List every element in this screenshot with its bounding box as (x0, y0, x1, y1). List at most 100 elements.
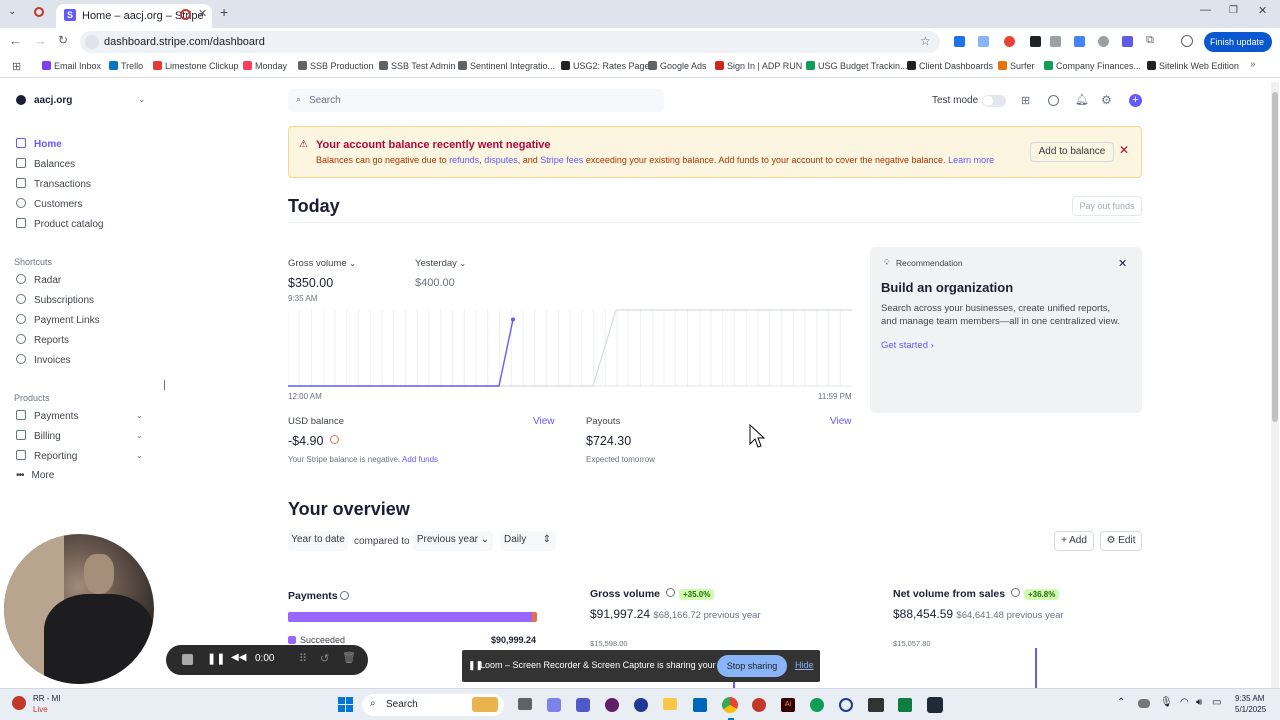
bookmark-item[interactable]: USG Budget Trackin... (806, 61, 908, 71)
battery-icon[interactable]: ▭ (1212, 697, 1221, 708)
app-icon[interactable] (927, 697, 943, 713)
info-icon[interactable] (1010, 588, 1020, 597)
usd-balance-view-link[interactable]: View (533, 416, 555, 427)
volume-icon[interactable]: 🔊︎ (1196, 697, 1202, 708)
maximize-icon[interactable]: ❐ (1229, 5, 1238, 16)
extension-icon[interactable] (954, 36, 965, 47)
bookmark-item[interactable]: Sitelink Web Edition (1147, 61, 1239, 71)
page-scrollbar[interactable] (1271, 82, 1279, 688)
chevron-down-icon[interactable]: ⌄ (136, 431, 143, 440)
pause-icon[interactable]: ❚❚ (207, 652, 225, 665)
app-icon[interactable] (752, 698, 766, 712)
account-chevron-icon[interactable]: ⌄ (138, 94, 146, 105)
extension-icon[interactable] (1074, 36, 1085, 47)
task-view-icon[interactable] (518, 698, 532, 710)
clock-time[interactable]: 9:35 AM (1235, 694, 1264, 703)
payouts-view-link[interactable]: View (830, 416, 852, 427)
reload-icon[interactable]: ↻ (58, 33, 68, 47)
sidebar-item-reports[interactable]: Reports (16, 334, 69, 346)
apps-icon[interactable]: ⊞ (1021, 94, 1030, 107)
extension-icon[interactable] (978, 36, 989, 47)
yesterday-selector[interactable]: Yesterday ⌄ (415, 258, 466, 269)
bookmark-item[interactable]: USG2: Rates Page (561, 61, 650, 71)
stop-sharing-button[interactable]: Stop sharing (717, 655, 787, 677)
get-started-link[interactable]: Get started › (881, 340, 934, 351)
test-mode-toggle[interactable] (982, 95, 1006, 107)
sidebar-item-payment-links[interactable]: Payment Links (16, 314, 100, 326)
recording-icon[interactable] (34, 7, 44, 17)
profile-icon[interactable] (1181, 35, 1193, 47)
tray-overflow-icon[interactable]: ⌃ (1117, 697, 1125, 708)
slack-icon[interactable] (605, 698, 619, 712)
windows-start-icon[interactable] (338, 697, 353, 712)
url-field[interactable]: dashboard.stripe.com/dashboard ☆ (80, 31, 940, 53)
gross-volume-selector[interactable]: Gross volume ⌄ (288, 258, 356, 269)
sidebar-item-billing[interactable]: Billing (16, 430, 61, 442)
back-icon[interactable]: ← (9, 33, 22, 48)
clock-date[interactable]: 5/1/2025 (1235, 705, 1266, 714)
webcam-bubble[interactable] (4, 534, 154, 684)
range-year-to-date-button[interactable]: Year to date (288, 531, 348, 551)
account-name[interactable]: aacj.org (34, 95, 72, 106)
file-explorer-icon[interactable] (663, 698, 677, 710)
tab-stripe-home[interactable]: S Home – aacj.org – Stripe ✕ (56, 4, 212, 28)
forward-icon[interactable]: → (34, 33, 47, 48)
onedrive-icon[interactable] (1138, 699, 1150, 708)
extension-icon[interactable] (1122, 36, 1133, 47)
weather-icon[interactable] (12, 696, 26, 710)
edit-overview-button[interactable]: ⚙ Edit (1100, 531, 1142, 551)
finish-update-button[interactable]: Finish update ⋮ (1204, 32, 1272, 67)
illustrator-icon[interactable]: Ai (781, 698, 795, 712)
bookmark-item[interactable]: Trello (109, 61, 143, 71)
app-icon[interactable] (634, 698, 648, 712)
bookmark-item[interactable]: Company Finances... (1044, 61, 1141, 71)
add-widget-button[interactable]: + Add (1054, 531, 1094, 551)
sidebar-item-product-catalog[interactable]: Product catalog (16, 218, 104, 230)
extension-icon[interactable] (1050, 36, 1061, 47)
rewind-icon[interactable]: ◀◀ (231, 652, 246, 663)
chevron-down-icon[interactable]: ⌄ (136, 411, 143, 420)
bookmark-item[interactable]: Limestone Clickup (153, 61, 239, 71)
bookmark-item[interactable]: Email Inbox (42, 61, 101, 71)
app-icon[interactable] (868, 698, 884, 712)
restart-icon[interactable]: ↺ (320, 652, 329, 665)
close-window-icon[interactable]: ✕ (1258, 4, 1267, 17)
sidebar-item-customers[interactable]: Customers (16, 198, 82, 210)
bookmark-item[interactable]: Client Dashboards (907, 61, 993, 71)
minimize-icon[interactable]: — (1200, 4, 1211, 16)
close-tab-icon[interactable]: ✕ (198, 7, 207, 20)
apps-grid-icon[interactable]: ⊞ (12, 60, 21, 73)
microphone-icon[interactable]: 🎙︎ (1160, 697, 1173, 708)
info-icon[interactable] (340, 591, 349, 600)
new-tab-icon[interactable]: + (220, 4, 228, 20)
compare-period-select[interactable]: Previous year ⌄ (413, 531, 493, 551)
bookmark-item[interactable]: Sign In | ADP RUN (715, 61, 802, 71)
add-funds-link[interactable]: Add funds (402, 455, 438, 464)
sidebar-item-subscriptions[interactable]: Subscriptions (16, 294, 94, 306)
dismiss-banner-icon[interactable]: ✕ (1119, 143, 1129, 157)
site-info-icon[interactable] (85, 35, 99, 49)
add-to-balance-button[interactable]: Add to balance (1030, 142, 1114, 162)
settings-gear-icon[interactable]: ⚙ (1101, 93, 1112, 107)
sidebar-item-payments[interactable]: Payments (16, 410, 78, 422)
stripe-fees-link[interactable]: Stripe fees (540, 155, 583, 165)
search-input[interactable]: ⌕ Search (288, 89, 664, 112)
learn-more-link[interactable]: Learn more (948, 155, 994, 165)
notifications-bell-icon[interactable]: 🔔︎ (1075, 93, 1089, 106)
bookmark-item[interactable]: SSB Production (298, 61, 374, 71)
chrome-icon[interactable] (722, 697, 738, 713)
app-icon[interactable] (839, 698, 853, 712)
bookmark-item[interactable]: Sentinenl Integratio... (458, 61, 555, 71)
close-recommendation-icon[interactable]: ✕ (1118, 257, 1127, 270)
bookmark-star-icon[interactable]: ☆ (920, 34, 931, 48)
sidebar-item-more[interactable]: ••• More (16, 470, 54, 481)
sidebar-item-radar[interactable]: Radar (16, 274, 61, 286)
chevron-down-icon[interactable]: ⌄ (136, 451, 143, 460)
info-warning-icon[interactable] (330, 435, 339, 444)
sidebar-item-reporting[interactable]: Reporting (16, 450, 77, 462)
refunds-link[interactable]: refunds (449, 155, 479, 165)
tab-list-chevron-icon[interactable]: ⌄ (8, 6, 16, 17)
sidebar-resize-handle[interactable] (164, 380, 165, 390)
extensions-puzzle-icon[interactable]: ⧉ (1146, 34, 1154, 47)
extension-icon[interactable] (1098, 36, 1109, 47)
